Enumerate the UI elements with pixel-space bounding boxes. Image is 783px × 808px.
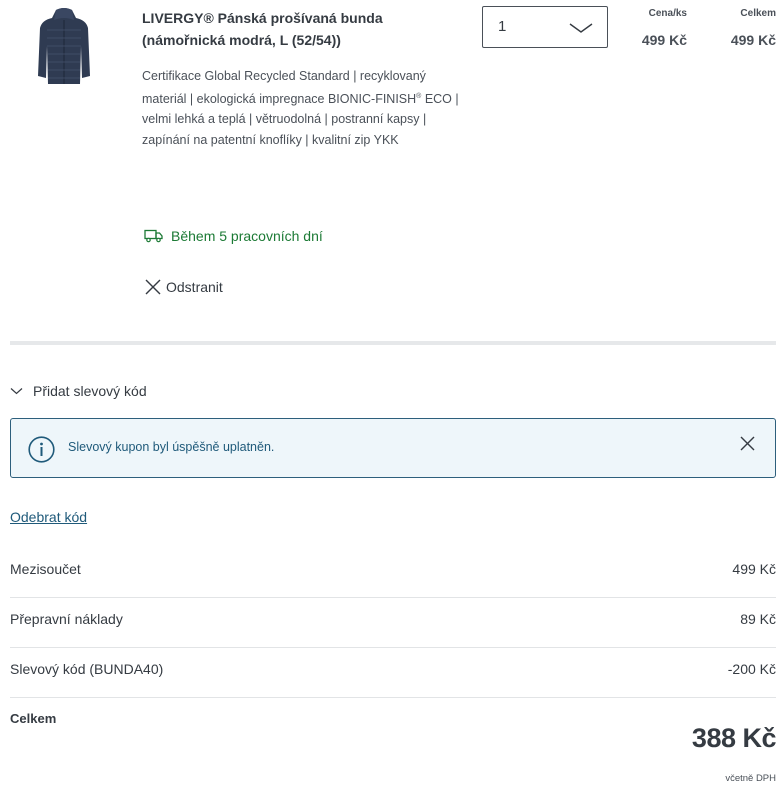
product-description: Certifikace Global Recycled Standard | r… bbox=[142, 66, 462, 150]
unit-price: 499 Kč bbox=[641, 32, 687, 48]
summary-row-shipping: Přepravní náklady 89 Kč bbox=[10, 598, 776, 648]
summary-row-subtotal: Mezisoučet 499 Kč bbox=[10, 548, 776, 598]
summary-label: Přepravní náklady bbox=[10, 611, 123, 627]
chevron-down-icon bbox=[569, 23, 593, 33]
alert-message: Slevový kupon byl úspěšně uplatněn. bbox=[68, 440, 275, 454]
delivery-info: Během 5 pracovních dní bbox=[144, 228, 323, 244]
description-text: Certifikace Global Recycled Standard | r… bbox=[142, 69, 426, 106]
summary-value: 499 Kč bbox=[732, 561, 776, 577]
coupon-success-alert: Slevový kupon byl úspěšně uplatněn. bbox=[10, 418, 776, 478]
info-icon bbox=[28, 436, 55, 463]
close-icon bbox=[145, 279, 161, 295]
chevron-down-icon bbox=[10, 388, 23, 395]
truck-icon bbox=[144, 229, 163, 243]
product-title[interactable]: LIVERGY® Pánská prošívaná bunda (námořni… bbox=[142, 7, 462, 51]
unit-price-header: Cena/ks bbox=[648, 8, 687, 19]
remove-item-button[interactable]: Odstranit bbox=[144, 278, 223, 296]
summary-label: Mezisoučet bbox=[10, 561, 81, 577]
jacket-image bbox=[38, 8, 90, 84]
summary-value: -200 Kč bbox=[727, 661, 776, 677]
line-total-price: 499 Kč bbox=[730, 32, 776, 48]
section-divider bbox=[10, 341, 776, 345]
summary-value: 89 Kč bbox=[740, 611, 776, 627]
product-image[interactable] bbox=[36, 6, 92, 86]
vat-note: včetně DPH bbox=[725, 773, 776, 784]
quantity-value: 1 bbox=[498, 18, 507, 35]
close-icon[interactable] bbox=[739, 435, 756, 452]
remove-coupon-link[interactable]: Odebrat kód bbox=[10, 509, 87, 525]
order-total-label: Celkem bbox=[10, 711, 57, 726]
remove-item-label: Odstranit bbox=[166, 279, 223, 295]
add-coupon-label: Přidat slevový kód bbox=[33, 383, 147, 399]
summary-row-discount: Slevový kód (BUNDA40) -200 Kč bbox=[10, 648, 776, 698]
delivery-text: Během 5 pracovních dní bbox=[171, 228, 323, 244]
order-total-amount: 388 Kč bbox=[691, 723, 777, 753]
quantity-select[interactable]: 1 bbox=[482, 6, 608, 48]
summary-label: Slevový kód (BUNDA40) bbox=[10, 661, 164, 677]
add-coupon-toggle[interactable]: Přidat slevový kód bbox=[10, 383, 147, 399]
line-total-header: Celkem bbox=[740, 8, 776, 19]
